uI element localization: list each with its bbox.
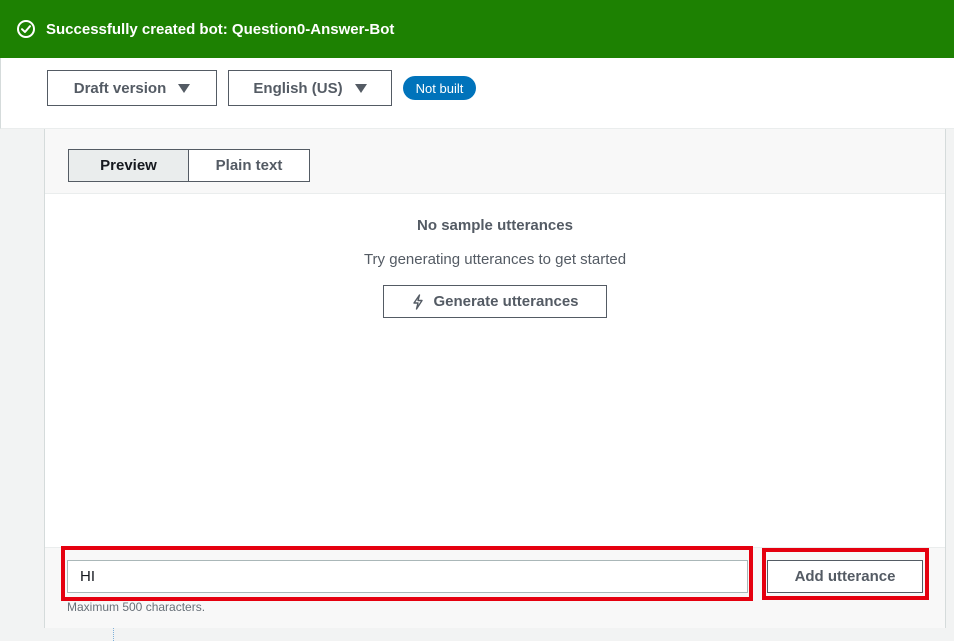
add-utterance-button[interactable]: Add utterance [767, 560, 923, 593]
empty-state-title: No sample utterances [417, 217, 573, 234]
preview-toggle-button[interactable]: Preview [68, 149, 189, 182]
caret-down-icon [354, 83, 367, 93]
build-status-badge: Not built [403, 76, 476, 100]
utterance-hint: Maximum 500 characters. [67, 600, 206, 614]
generate-utterances-label: Generate utterances [433, 293, 579, 310]
language-select[interactable]: English (US) [228, 70, 392, 106]
plain-text-toggle-button[interactable]: Plain text [188, 149, 310, 182]
success-flash-banner: Successfully created bot: Question0-Answ… [0, 0, 954, 58]
lightning-icon [411, 293, 425, 310]
right-gutter [946, 129, 954, 641]
caret-down-icon [178, 83, 191, 93]
version-select-value: Draft version [73, 79, 167, 97]
version-select[interactable]: Draft version [47, 70, 217, 106]
language-select-value: English (US) [253, 79, 343, 97]
left-gutter [0, 129, 44, 641]
utterance-input[interactable] [67, 560, 748, 593]
bot-toolbar: Draft version English (US) Not built [0, 58, 954, 129]
tree-connector-line [113, 628, 114, 641]
check-circle-icon [16, 19, 36, 39]
empty-state-subtitle: Try generating utterances to get started [363, 251, 627, 268]
flash-message: Successfully created bot: Question0-Answ… [46, 20, 395, 38]
generate-utterances-button[interactable]: Generate utterances [383, 285, 607, 318]
sample-utterances-panel: Preview Plain text No sample utterances … [44, 129, 946, 628]
panel-header: Preview Plain text [45, 129, 945, 194]
